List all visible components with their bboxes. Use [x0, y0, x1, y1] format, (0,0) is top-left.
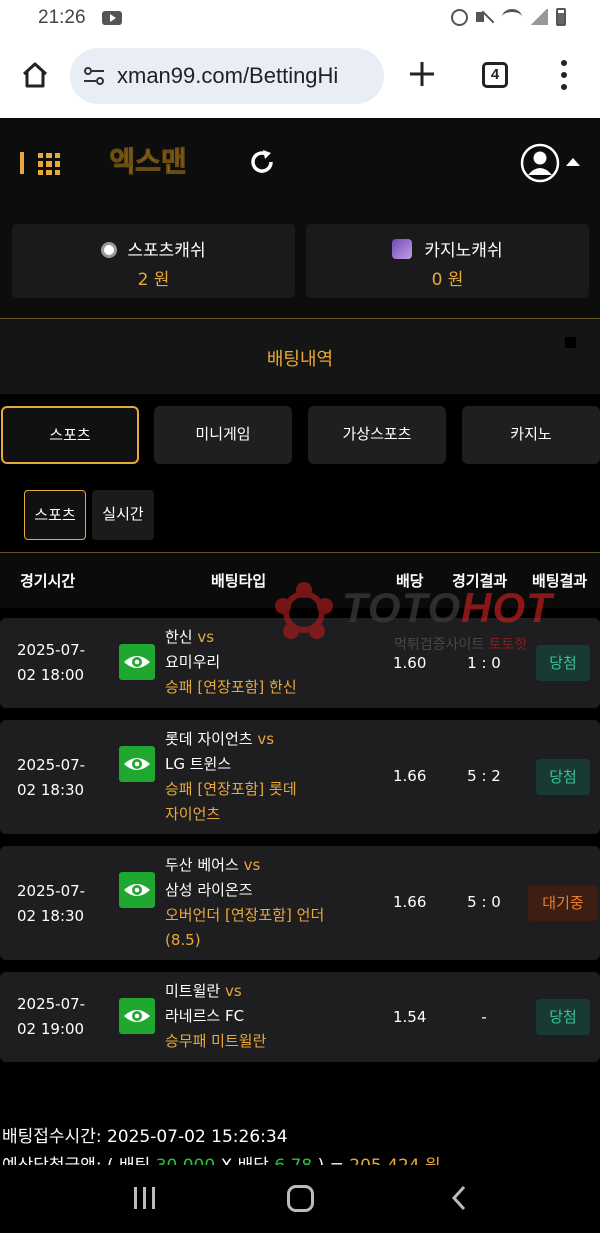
- status-time: 21:26: [38, 7, 86, 28]
- url-text[interactable]: xman99.com/BettingHi: [117, 63, 373, 89]
- col-game-time: 경기시간: [20, 572, 76, 590]
- menu-grid-icon[interactable]: [38, 153, 60, 175]
- sports-cash-label-row: 스포츠캐쉬: [12, 236, 295, 261]
- subtab-sports[interactable]: 스포츠: [24, 490, 86, 540]
- sports-cash-value: 2 원: [137, 270, 170, 290]
- recent-apps-icon[interactable]: [132, 1187, 158, 1209]
- tab-casino[interactable]: 카지노: [462, 406, 600, 464]
- watermark: TOTOHOT 먹튀검증사이트 토토핫: [272, 578, 600, 658]
- view-eye-icon[interactable]: [119, 998, 155, 1034]
- site-settings-icon[interactable]: [82, 64, 106, 88]
- bet-match-info: 두산 베어스 vs 삼성 라이온즈 오버언더 [연장포함] 언더 (8.5): [165, 856, 325, 949]
- bet-match-info: 롯데 자이언츠 vs LG 트윈스 승패 [연장포함] 롯데 자이언츠: [165, 730, 297, 823]
- status-badge: 대기중: [528, 885, 598, 921]
- tab-virtual-sports[interactable]: 가상스포츠: [308, 406, 446, 464]
- view-eye-icon[interactable]: [119, 872, 155, 908]
- status-badge: 당첨: [536, 999, 590, 1035]
- col-bet-type: 배팅타입: [211, 572, 267, 590]
- bet-received-time: 배팅접수시간: 2025-07-02 15:26:34: [2, 1127, 288, 1147]
- sports-cash-panel: 스포츠캐쉬 2 원: [12, 224, 295, 298]
- sports-cash-label: 스포츠캐쉬: [127, 241, 206, 261]
- bet-time: 2025-07- 02 19:00: [17, 995, 86, 1038]
- bet-match-info: 미트윌란 vs 라네르스 FC 승무패 미트윌란: [165, 982, 267, 1050]
- page-title-bar: 배팅내역: [0, 318, 600, 394]
- browser-menu-icon[interactable]: [556, 60, 572, 90]
- bet-row: 2025-07- 02 18:30 롯데 자이언츠 vs LG 트윈스 승패 [연…: [0, 720, 600, 834]
- bet-time: 2025-07- 02 18:30: [17, 882, 86, 925]
- new-tab-icon[interactable]: [408, 60, 436, 88]
- game-score: 5 : 2: [467, 767, 501, 785]
- view-eye-icon[interactable]: [119, 644, 155, 680]
- app-header: 엑스맨: [0, 118, 600, 206]
- status-bar: 21:26: [0, 0, 600, 36]
- tab-minigame[interactable]: 미니게임: [154, 406, 292, 464]
- bet-odds: 1.66: [393, 893, 427, 911]
- bet-row: 2025-07- 02 18:30 두산 베어스 vs 삼성 라이온즈 오버언더 …: [0, 846, 600, 960]
- expected-payout: 예상당첨금액: ( 배팅 30,000 X 배당 6.78 ) = 205,42…: [2, 1153, 441, 1165]
- address-bar[interactable]: xman99.com/BettingHi: [70, 48, 384, 104]
- battery-icon: [556, 8, 566, 26]
- soccer-ball-icon: [101, 242, 118, 258]
- game-score: -: [481, 1008, 487, 1026]
- bet-odds: 1.66: [393, 767, 427, 785]
- bet-time: 2025-07- 02 18:30: [17, 756, 86, 799]
- casino-cash-label-row: 카지노캐쉬: [306, 236, 589, 261]
- title-marker: [565, 337, 576, 348]
- cash-summary: 스포츠캐쉬 2 원 카지노캐쉬 0 원: [0, 206, 600, 318]
- watermark-logo-icon: [275, 582, 333, 639]
- watermark-subtext: 먹튀검증사이트 토토핫: [394, 637, 528, 653]
- mute-icon: [476, 9, 494, 25]
- casino-cash-label: 카지노캐쉬: [424, 241, 503, 261]
- caret-up-icon[interactable]: [566, 158, 580, 166]
- casino-cards-icon: [392, 239, 413, 259]
- signal-icon: [530, 9, 548, 25]
- status-icons: [451, 8, 566, 26]
- casino-cash-panel: 카지노캐쉬 0 원: [306, 224, 589, 298]
- browser-toolbar: xman99.com/BettingHi 4: [0, 36, 600, 118]
- page-title: 배팅내역: [266, 349, 334, 370]
- bet-odds: 1.54: [393, 1008, 427, 1026]
- game-score: 5 : 0: [467, 893, 501, 911]
- wifi-icon: [502, 9, 522, 25]
- header-accent-bar: [20, 152, 24, 174]
- user-avatar-icon[interactable]: [520, 143, 560, 183]
- refresh-icon[interactable]: [248, 148, 276, 176]
- status-badge: 당첨: [536, 759, 590, 795]
- system-nav-bar: [0, 1165, 600, 1233]
- nav-home-icon[interactable]: [287, 1185, 314, 1212]
- alarm-icon: [451, 8, 468, 26]
- subtab-live[interactable]: 실시간: [92, 490, 154, 540]
- site-logo[interactable]: 엑스맨: [102, 142, 194, 180]
- nav-back-icon[interactable]: [450, 1185, 468, 1211]
- casino-cash-value: 0 원: [431, 270, 464, 290]
- watermark-text: TOTOHOT: [342, 584, 553, 631]
- browser-home-icon[interactable]: [20, 60, 50, 90]
- youtube-notification-icon: [102, 11, 122, 25]
- tab-switcher-button[interactable]: 4: [482, 62, 508, 88]
- view-eye-icon[interactable]: [119, 746, 155, 782]
- svg-text:엑스맨: 엑스맨: [109, 145, 186, 178]
- bet-row: 2025-07- 02 19:00 미트윌란 vs 라네르스 FC 승무패 미트윌…: [0, 972, 600, 1062]
- tab-sports[interactable]: 스포츠: [1, 406, 139, 464]
- bet-time: 2025-07- 02 18:00: [17, 641, 86, 684]
